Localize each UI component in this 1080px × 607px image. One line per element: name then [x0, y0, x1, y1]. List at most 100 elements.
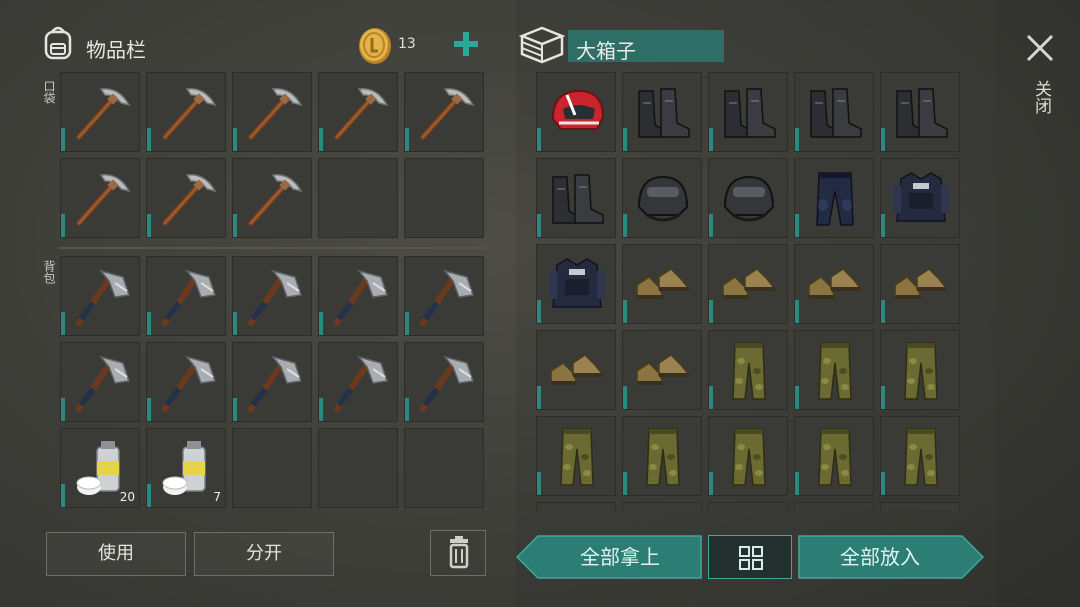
- durability-bar: [623, 127, 627, 151]
- durability-bar: [709, 385, 713, 409]
- use-button[interactable]: 使用: [46, 532, 186, 576]
- durability-bar: [881, 299, 885, 323]
- vest-police-slot[interactable]: [536, 244, 616, 324]
- split-button[interactable]: 分开: [194, 532, 334, 576]
- section-divider: [58, 247, 486, 249]
- hatchet-slot[interactable]: [60, 256, 140, 336]
- storage-grid[interactable]: [536, 70, 966, 510]
- shoes-tan-slot[interactable]: [536, 330, 616, 410]
- grid-icon: [739, 546, 763, 570]
- pants-police-slot[interactable]: [794, 158, 874, 238]
- hatchet-slot[interactable]: [60, 342, 140, 422]
- durability-bar: [147, 483, 151, 507]
- pickaxe-slot[interactable]: [232, 158, 312, 238]
- boots-black-slot[interactable]: [708, 72, 788, 152]
- pants-camo-slot[interactable]: [880, 502, 960, 510]
- close-button[interactable]: [1020, 28, 1060, 68]
- pickaxe-slot[interactable]: [146, 72, 226, 152]
- durability-bar: [623, 471, 627, 495]
- shoes-tan-slot[interactable]: [622, 244, 702, 324]
- backpack-grid: 20 7: [60, 256, 490, 512]
- pocket-grid: [60, 72, 490, 242]
- empty-slot[interactable]: [318, 158, 398, 238]
- empty-slot[interactable]: [318, 428, 398, 508]
- spray-paint-slot[interactable]: 7: [146, 428, 226, 508]
- boots-black-slot[interactable]: [622, 72, 702, 152]
- durability-bar: [233, 311, 237, 335]
- shoes-tan-slot[interactable]: [794, 244, 874, 324]
- durability-bar: [147, 213, 151, 237]
- pants-camo-slot[interactable]: [622, 502, 702, 510]
- hatchet-slot[interactable]: [318, 342, 398, 422]
- durability-bar: [709, 127, 713, 151]
- put-all-button[interactable]: 全部放入: [798, 535, 984, 579]
- durability-bar: [147, 311, 151, 335]
- durability-bar: [537, 385, 541, 409]
- durability-bar: [61, 483, 65, 507]
- boots-black-slot[interactable]: [880, 72, 960, 152]
- durability-bar: [623, 299, 627, 323]
- grid-view-button[interactable]: [708, 535, 792, 579]
- put-all-label: 全部放入: [840, 545, 920, 569]
- durability-bar: [61, 311, 65, 335]
- hatchet-slot[interactable]: [232, 256, 312, 336]
- empty-slot[interactable]: [404, 428, 484, 508]
- box-icon: [518, 22, 566, 66]
- durability-bar: [61, 213, 65, 237]
- add-coins-button[interactable]: [450, 28, 482, 60]
- pants-camo-slot[interactable]: [536, 502, 616, 510]
- vest-police-slot[interactable]: [880, 158, 960, 238]
- pants-camo-slot[interactable]: [794, 502, 874, 510]
- durability-bar: [537, 471, 541, 495]
- pickaxe-slot[interactable]: [404, 72, 484, 152]
- pickaxe-slot[interactable]: [318, 72, 398, 152]
- pants-camo-slot[interactable]: [622, 416, 702, 496]
- helmet-red-slot[interactable]: [536, 72, 616, 152]
- close-icon: [1026, 34, 1054, 62]
- helmet-tactical-slot[interactable]: [622, 158, 702, 238]
- hatchet-slot[interactable]: [146, 342, 226, 422]
- pants-camo-slot[interactable]: [794, 330, 874, 410]
- pickaxe-slot[interactable]: [60, 158, 140, 238]
- empty-slot[interactable]: [232, 428, 312, 508]
- durability-bar: [709, 299, 713, 323]
- inventory-title: 物品栏: [86, 38, 146, 62]
- pants-camo-slot[interactable]: [880, 416, 960, 496]
- durability-bar: [319, 397, 323, 421]
- stack-count: 20: [119, 490, 135, 504]
- shoes-tan-slot[interactable]: [622, 330, 702, 410]
- shoes-tan-slot[interactable]: [708, 244, 788, 324]
- take-all-button[interactable]: 全部拿上: [516, 535, 702, 579]
- durability-bar: [61, 397, 65, 421]
- durability-bar: [233, 213, 237, 237]
- pants-camo-slot[interactable]: [708, 416, 788, 496]
- durability-bar: [537, 127, 541, 151]
- shoes-tan-slot[interactable]: [880, 244, 960, 324]
- pants-camo-slot[interactable]: [880, 330, 960, 410]
- hatchet-slot[interactable]: [232, 342, 312, 422]
- trash-icon: [449, 536, 469, 569]
- pickaxe-slot[interactable]: [232, 72, 312, 152]
- empty-slot[interactable]: [404, 158, 484, 238]
- hatchet-slot[interactable]: [146, 256, 226, 336]
- spray-paint-slot[interactable]: 20: [60, 428, 140, 508]
- pants-camo-slot[interactable]: [536, 416, 616, 496]
- pickaxe-slot[interactable]: [60, 72, 140, 152]
- durability-bar: [147, 397, 151, 421]
- close-label[interactable]: 关闭: [1030, 80, 1052, 114]
- durability-bar: [405, 311, 409, 335]
- pants-camo-slot[interactable]: [794, 416, 874, 496]
- trash-button[interactable]: [430, 530, 486, 576]
- hatchet-slot[interactable]: [404, 256, 484, 336]
- boots-black-slot[interactable]: [536, 158, 616, 238]
- hatchet-slot[interactable]: [404, 342, 484, 422]
- durability-bar: [623, 385, 627, 409]
- boots-black-slot[interactable]: [794, 72, 874, 152]
- pants-camo-slot[interactable]: [708, 330, 788, 410]
- helmet-tactical-slot[interactable]: [708, 158, 788, 238]
- durability-bar: [709, 213, 713, 237]
- pants-camo-slot[interactable]: [708, 502, 788, 510]
- pickaxe-slot[interactable]: [146, 158, 226, 238]
- durability-bar: [709, 471, 713, 495]
- hatchet-slot[interactable]: [318, 256, 398, 336]
